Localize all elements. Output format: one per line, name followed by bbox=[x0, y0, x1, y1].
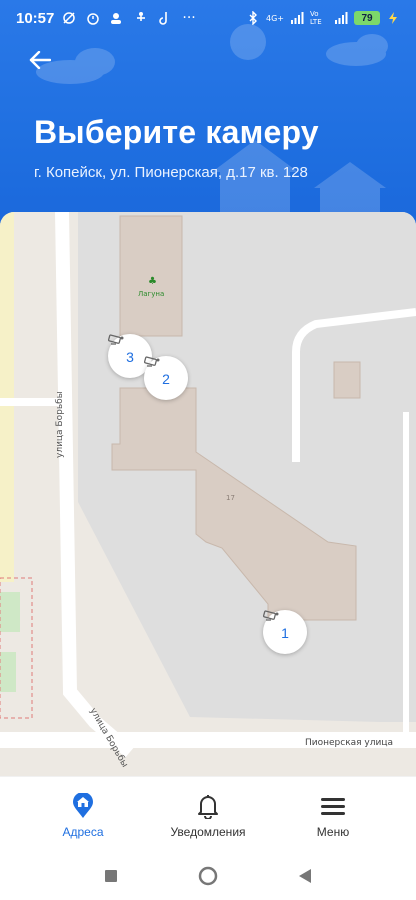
camera-number: 1 bbox=[281, 624, 289, 641]
battery-indicator: 79 bbox=[354, 11, 380, 25]
back-button[interactable] bbox=[24, 46, 56, 74]
camera-icon bbox=[144, 356, 160, 367]
street-label-borby: улица Борьбы bbox=[55, 391, 65, 458]
recents-square-icon[interactable] bbox=[104, 869, 118, 883]
status-right: 4G+ Vo LTE 79 bbox=[246, 10, 400, 26]
camera-number: 2 bbox=[162, 370, 170, 387]
poi-label: Лагуна bbox=[138, 290, 164, 298]
nav-label-notifications: Уведомления bbox=[170, 825, 246, 839]
nav-item-menu[interactable]: Меню bbox=[278, 777, 388, 852]
signal-icon-2 bbox=[335, 12, 348, 24]
menu-icon bbox=[321, 798, 345, 815]
signal-icon bbox=[291, 12, 304, 24]
nav-label-menu: Меню bbox=[316, 825, 350, 839]
network-label: 4G+ bbox=[266, 13, 284, 23]
map-view[interactable]: ♣ Лагуна 17 улица Борьбы улица Борьбы Пи… bbox=[0, 212, 416, 782]
bell-icon bbox=[198, 795, 218, 819]
poi-icon: ♣ bbox=[148, 276, 157, 287]
camera-pin-2[interactable]: 2 bbox=[144, 356, 188, 400]
bluetooth-icon bbox=[249, 11, 257, 25]
tiktok-icon bbox=[159, 12, 168, 25]
bottom-navigation: Адреса Уведомления Меню bbox=[0, 776, 416, 852]
user-add-icon bbox=[111, 13, 122, 24]
map-land-strip bbox=[0, 212, 14, 582]
building-number: 17 bbox=[226, 494, 235, 502]
header: 10:57 ··· 4G+ Vo LTE 79 Выберите камеру … bbox=[0, 0, 416, 240]
camera-icon bbox=[263, 610, 279, 621]
mute-icon bbox=[63, 12, 76, 24]
map-green-1 bbox=[0, 592, 20, 632]
alarm-icon bbox=[87, 13, 100, 25]
notification-icons: ··· bbox=[62, 10, 196, 26]
person-icon bbox=[137, 12, 146, 21]
camera-icon bbox=[108, 334, 124, 345]
building-small bbox=[333, 361, 361, 399]
home-circle-icon[interactable] bbox=[198, 866, 218, 886]
nav-label-addresses: Адреса bbox=[62, 825, 104, 839]
status-time: 10:57 bbox=[16, 9, 55, 27]
charging-icon bbox=[389, 12, 397, 24]
volte-label: Vo LTE bbox=[310, 10, 322, 26]
nav-item-addresses[interactable]: Адреса bbox=[28, 777, 138, 852]
map-canvas[interactable]: ♣ Лагуна 17 улица Борьбы улица Борьбы Пи… bbox=[0, 212, 416, 782]
camera-pin-1[interactable]: 1 bbox=[263, 610, 307, 654]
address-subtitle: г. Копейск, ул. Пионерская, д.17 кв. 128 bbox=[34, 164, 308, 181]
location-home-icon bbox=[73, 793, 93, 818]
page-title: Выберите камеру bbox=[34, 114, 319, 150]
map-green-2 bbox=[0, 652, 16, 692]
nav-item-notifications[interactable]: Уведомления bbox=[153, 777, 263, 852]
arrow-left-icon bbox=[29, 51, 51, 69]
back-triangle-icon[interactable] bbox=[298, 868, 312, 884]
status-bar: 10:57 ··· 4G+ Vo LTE 79 bbox=[0, 0, 416, 36]
more-icon: ··· bbox=[182, 10, 196, 26]
system-navigation bbox=[0, 852, 416, 900]
camera-number: 3 bbox=[126, 348, 134, 365]
street-label-pionerskaya: Пионерская улица bbox=[305, 738, 393, 748]
